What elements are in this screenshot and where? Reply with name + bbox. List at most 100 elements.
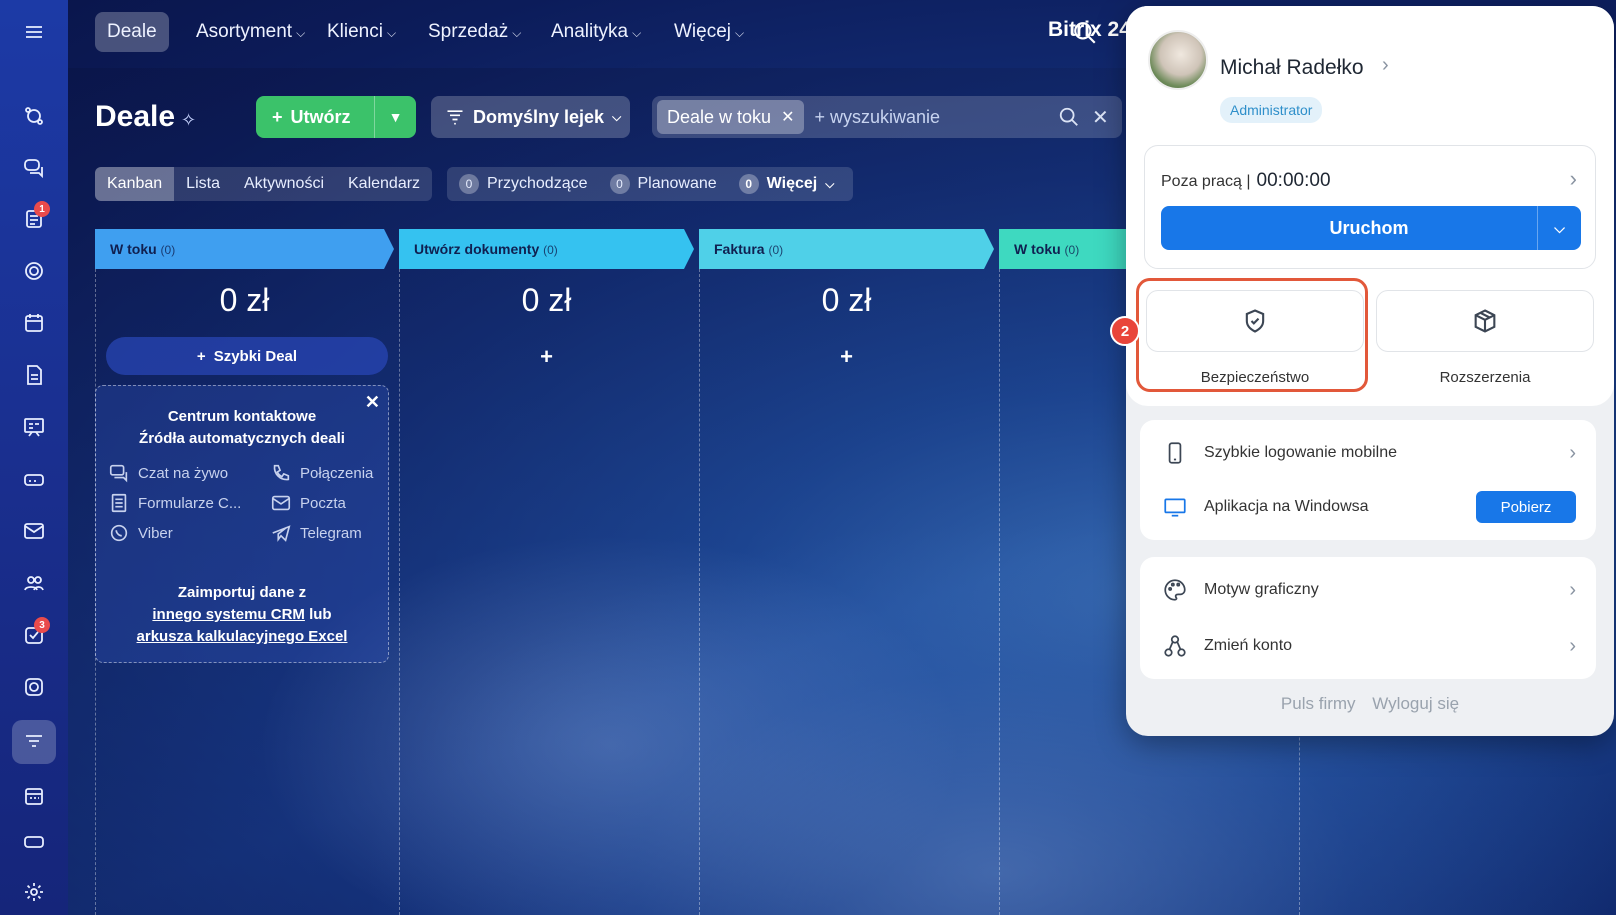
create-button[interactable]: + Utwórz ▼	[256, 96, 416, 138]
source-calls[interactable]: Połączenia	[270, 462, 373, 484]
support-icon[interactable]	[12, 665, 56, 709]
theme-row[interactable]: Motyw graficzny ›	[1140, 563, 1596, 617]
chevron-down-icon: ⌵	[512, 26, 522, 40]
nav-label: Asortyment	[196, 21, 293, 42]
board-icon[interactable]	[12, 405, 56, 449]
chevron-right-icon[interactable]: ›	[1570, 166, 1577, 192]
settings-gear-icon[interactable]	[12, 870, 56, 914]
package-icon	[1474, 309, 1496, 333]
drive-icon[interactable]	[12, 457, 56, 501]
source-label: Połączenia	[300, 464, 374, 482]
funnel-icon	[447, 110, 463, 125]
nav-label: Sprzedaż	[428, 21, 509, 42]
nav-more[interactable]: Więcej ⌵	[662, 12, 756, 52]
download-button[interactable]: Pobierz	[1476, 491, 1576, 523]
counter-label: Przychodzące	[487, 175, 588, 192]
search-filter-bar[interactable]: Deale w toku ✕ + wyszukiwanie ✕	[652, 96, 1122, 138]
tab-calendar[interactable]: Kalendarz	[336, 167, 432, 201]
search-input[interactable]: + wyszukiwanie	[814, 107, 940, 128]
search-icon[interactable]	[1058, 106, 1080, 128]
contacts-icon[interactable]	[12, 561, 56, 605]
work-timer: 00:00:00	[1256, 170, 1331, 191]
quick-deal-button[interactable]: + Szybki Deal	[106, 337, 388, 375]
column-count: (0)	[543, 243, 558, 257]
phone-icon	[273, 464, 290, 481]
column-sum: 0 zł	[219, 282, 270, 318]
counter-number: 0	[738, 174, 759, 194]
column-header[interactable]: Faktura (0)	[699, 229, 994, 269]
source-forms[interactable]: Formularze C...	[108, 492, 241, 514]
logout-link[interactable]: Wyloguj się	[1372, 694, 1459, 713]
menu-icon[interactable]	[12, 10, 56, 54]
create-button-main[interactable]: + Utwórz	[256, 107, 374, 128]
counter-number: 0	[459, 174, 479, 194]
funnel-selector[interactable]: Domyślny lejek ⌵	[431, 96, 630, 138]
source-telegram[interactable]: Telegram	[270, 522, 362, 544]
nav-deals[interactable]: Deale	[95, 12, 169, 52]
counter-more[interactable]: 0 Więcej ⌵	[738, 174, 834, 194]
company-pulse-link[interactable]: Puls firmy	[1281, 694, 1356, 713]
chevron-down-icon: ⌵	[386, 26, 397, 40]
profile-name[interactable]: Michał Radełko	[1220, 56, 1364, 80]
chat-icon[interactable]	[12, 145, 56, 189]
tasks-icon[interactable]: 3	[12, 613, 56, 657]
activity-counters: 0 Przychodzące 0 Planowane 0 Więcej ⌵	[447, 167, 853, 201]
column-header[interactable]: W toku (0)	[95, 229, 394, 269]
start-workday-button[interactable]: Uruchom ⌵	[1161, 206, 1581, 250]
avatar[interactable]	[1148, 30, 1208, 90]
role-badge: Administrator	[1220, 97, 1323, 123]
chevron-down-icon: ⌵	[632, 26, 642, 40]
create-dropdown-toggle[interactable]: ▼	[374, 96, 416, 138]
document-icon[interactable]	[12, 353, 56, 397]
page-title: Deale	[95, 100, 176, 133]
apps-card: Szybkie logowanie mobilne › Aplikacja na…	[1140, 420, 1596, 540]
groups-icon[interactable]	[12, 249, 56, 293]
source-live-chat[interactable]: Czat na żywo	[108, 462, 228, 484]
nav-label: Klienci	[327, 21, 383, 42]
start-label: Uruchom	[1329, 217, 1409, 238]
pin-icon[interactable]: ✧	[181, 110, 196, 131]
tab-activities[interactable]: Aktywności	[232, 167, 336, 201]
nav-analytics[interactable]: Analityka ⌵	[539, 12, 653, 52]
storage-icon[interactable]	[12, 826, 56, 856]
column-count: (0)	[160, 243, 176, 257]
add-deal-icon[interactable]: +	[399, 344, 694, 370]
crm-funnel-icon[interactable]	[12, 720, 56, 764]
column-title: W toku	[110, 241, 157, 257]
source-mail[interactable]: Poczta	[270, 492, 346, 514]
nav-clients[interactable]: Klienci ⌵	[315, 12, 408, 52]
collab-icon[interactable]	[12, 94, 56, 138]
column-title: Utwórz dokumenty	[414, 241, 540, 257]
import-crm-link[interactable]: innego systemu CRM	[152, 606, 305, 623]
mobile-login-row[interactable]: Szybkie logowanie mobilne ›	[1140, 426, 1596, 480]
close-icon[interactable]: ✕	[781, 107, 794, 127]
funnel-label: Domyślny lejek	[473, 106, 605, 127]
switch-account-row[interactable]: Zmień konto ›	[1140, 619, 1596, 673]
nav-sales[interactable]: Sprzedaż ⌵	[416, 12, 533, 52]
mail-icon[interactable]	[12, 509, 56, 553]
counter-incoming[interactable]: 0 Przychodzące	[459, 174, 588, 194]
clear-search-icon[interactable]: ✕	[1092, 105, 1109, 130]
feed-icon[interactable]: 1	[12, 197, 56, 241]
calendar-icon[interactable]	[12, 301, 56, 345]
add-deal-icon[interactable]: +	[699, 344, 994, 370]
tab-list[interactable]: Lista	[174, 167, 232, 201]
column-count: (0)	[768, 243, 784, 257]
column-header[interactable]: Utwórz dokumenty (0)	[399, 229, 694, 269]
counter-planned[interactable]: 0 Planowane	[609, 174, 717, 194]
source-viber[interactable]: Viber	[108, 522, 173, 544]
extensions-label[interactable]: Rozszerzenia	[1376, 369, 1594, 386]
chevron-right-icon: ›	[1569, 441, 1576, 464]
switch-account-icon	[1162, 633, 1188, 659]
nav-assortment[interactable]: Asortyment ⌵	[184, 12, 317, 52]
tab-kanban[interactable]: Kanban	[95, 167, 175, 201]
chevron-down-icon[interactable]: ⌵	[1537, 206, 1581, 250]
import-excel-link[interactable]: arkusza kalkulacyjnego Excel	[137, 628, 348, 645]
source-label: Viber	[138, 524, 173, 542]
extensions-tile[interactable]	[1376, 290, 1594, 352]
filter-chip[interactable]: Deale w toku ✕	[657, 100, 805, 134]
nav-label: Analityka	[551, 21, 629, 42]
chevron-right-icon[interactable]: ›	[1382, 54, 1389, 77]
schedule-icon[interactable]	[12, 774, 56, 818]
viber-icon	[110, 524, 128, 542]
